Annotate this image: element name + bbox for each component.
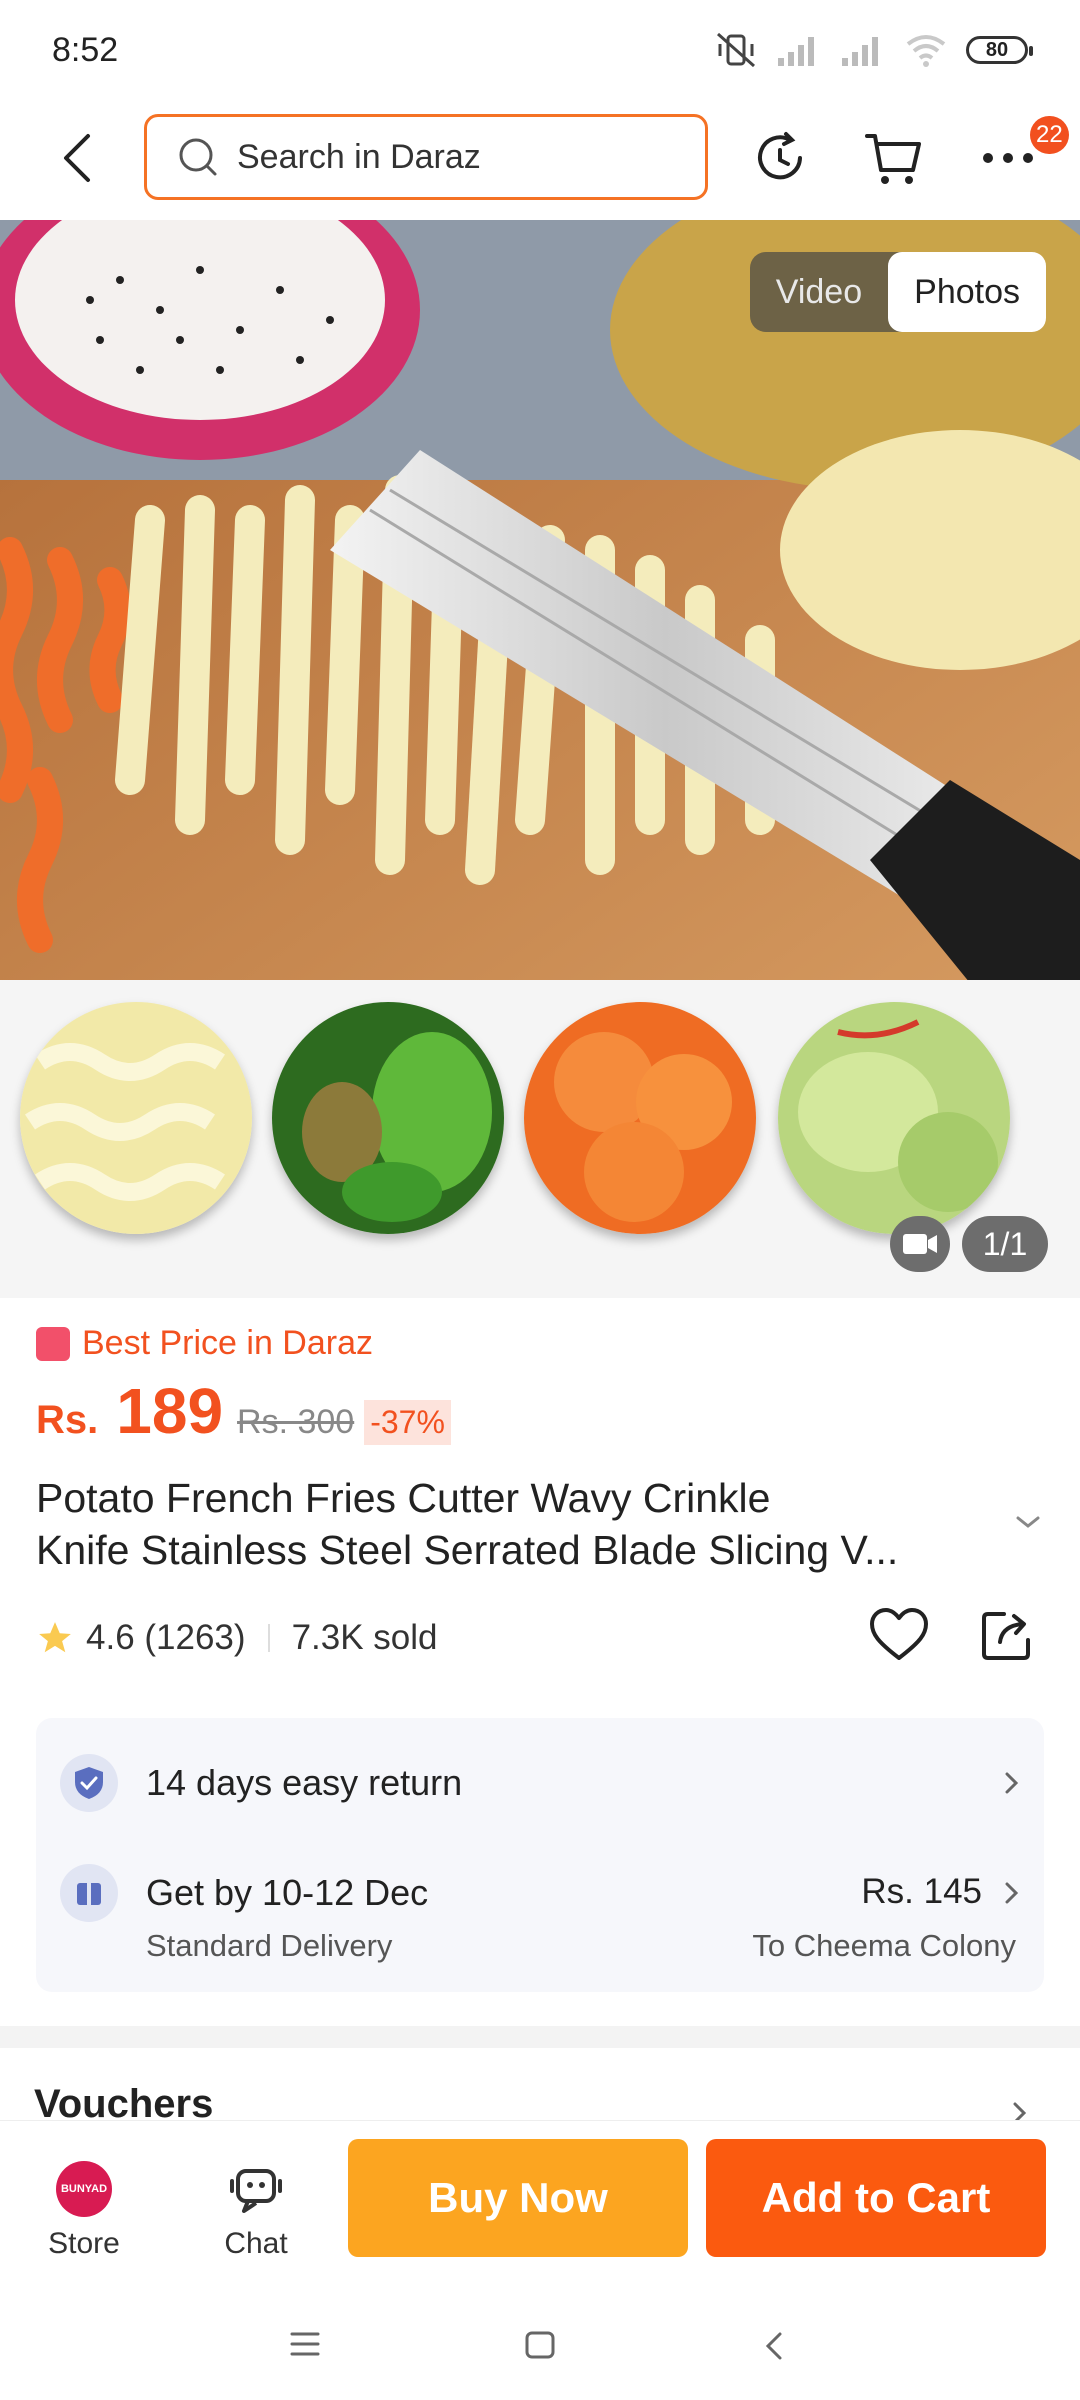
media-toggle: Video Photos (749, 252, 1046, 332)
product-photo (0, 220, 1080, 980)
video-thumb-button[interactable] (890, 1216, 950, 1272)
thumbnail-potato[interactable] (20, 1002, 252, 1234)
wifi-icon (906, 35, 946, 67)
currency: Rs. (36, 1398, 99, 1442)
cart-icon (865, 134, 921, 184)
current-price: 189 (116, 1375, 224, 1447)
section-divider (0, 2026, 1080, 2048)
sold-count: 7.3K sold (291, 1618, 438, 1657)
store-button[interactable]: BUNYAD Store (24, 2161, 144, 2261)
discount-badge: -37% (364, 1400, 451, 1445)
price-row: Rs. 189 Rs. 300 -37% (36, 1374, 451, 1448)
chevron-right-icon[interactable] (1002, 1878, 1022, 1908)
history-icon (758, 132, 802, 180)
back-arrow-icon (64, 134, 90, 182)
signal-icon (778, 37, 814, 66)
tab-photos[interactable]: Photos (888, 252, 1046, 332)
back-button[interactable] (48, 128, 108, 188)
image-counter: 1/1 (962, 1216, 1048, 1272)
rating-value: 4.6 (1263) (86, 1618, 246, 1657)
star-icon (39, 1622, 71, 1653)
wishlist-heart-icon[interactable] (868, 1606, 930, 1664)
home-square-icon[interactable] (524, 2330, 556, 2360)
system-nav-bar (0, 2290, 1080, 2400)
product-image[interactable]: Video Photos (0, 220, 1080, 980)
menu-icon[interactable] (290, 2330, 320, 2358)
add-to-cart-button[interactable]: Add to Cart (706, 2139, 1046, 2257)
store-logo: BUNYAD (56, 2161, 112, 2217)
title-line-2: Knife Stainless Steel Serrated Blade Sli… (36, 1527, 899, 1573)
chevron-down-icon[interactable] (1014, 1512, 1042, 1532)
best-price-banner: Best Price in Daraz (36, 1324, 373, 1363)
status-bar: 8:52 80 (0, 0, 1080, 100)
signal-icon (842, 37, 878, 66)
return-policy[interactable]: 14 days easy return (146, 1762, 462, 1804)
cart-badge: 22 (1030, 116, 1069, 154)
price-tag-icon (36, 1326, 70, 1361)
delivery-type: Standard Delivery (146, 1928, 393, 1963)
thumbnail-greens[interactable] (272, 1002, 504, 1234)
video-camera-icon (903, 1234, 937, 1254)
search-icon (179, 138, 217, 176)
rating-row[interactable]: 4.6 (1263) 7.3K sold (36, 1608, 438, 1668)
status-time: 8:52 (52, 30, 119, 69)
mute-vibrate-icon (717, 32, 755, 68)
delivery-location[interactable]: To Cheema Colony (752, 1928, 1016, 1964)
original-price: Rs. 300 (237, 1403, 355, 1441)
thumbnail-cucumber[interactable] (778, 1002, 1010, 1234)
best-price-label: Best Price in Daraz (82, 1324, 373, 1362)
store-label: Store (48, 2227, 120, 2260)
buy-now-button[interactable]: Buy Now (348, 2139, 688, 2257)
header: Search in Daraz 22 (0, 100, 1080, 220)
shield-check-icon (60, 1754, 118, 1812)
chat-label: Chat (224, 2227, 288, 2260)
history-button[interactable] (748, 126, 812, 190)
tab-video[interactable]: Video (750, 252, 888, 332)
system-back-icon[interactable] (762, 2330, 784, 2362)
chat-robot-icon (230, 2169, 282, 2213)
delivery-box-icon (60, 1864, 118, 1922)
chevron-right-icon[interactable] (1002, 1768, 1022, 1798)
chat-button[interactable]: Chat (196, 2161, 316, 2261)
search-placeholder: Search in Daraz (237, 137, 481, 176)
delivery-fee: Rs. 145 (861, 1872, 982, 1911)
service-info-card: 14 days easy return Get by 10-12 Dec Sta… (36, 1718, 1044, 1992)
share-icon[interactable] (978, 1606, 1036, 1664)
battery-icon: 80 (966, 36, 1033, 64)
more-icon (983, 153, 1033, 163)
divider (267, 1624, 270, 1652)
cart-button[interactable] (862, 126, 926, 190)
thumbnail-strip: 1/1 (0, 980, 1080, 1298)
delivery-estimate[interactable]: Get by 10-12 Dec (146, 1872, 428, 1914)
title-line-1: Potato French Fries Cutter Wavy Crinkle (36, 1475, 771, 1521)
status-icons: 80 (714, 30, 1033, 70)
bottom-action-bar: BUNYAD Store Chat Buy Now Add to Cart (0, 2120, 1080, 2290)
thumbnail-carrot[interactable] (524, 1002, 756, 1234)
product-title[interactable]: Potato French Fries Cutter Wavy Crinkle … (36, 1472, 986, 1576)
search-input[interactable]: Search in Daraz (144, 114, 708, 200)
